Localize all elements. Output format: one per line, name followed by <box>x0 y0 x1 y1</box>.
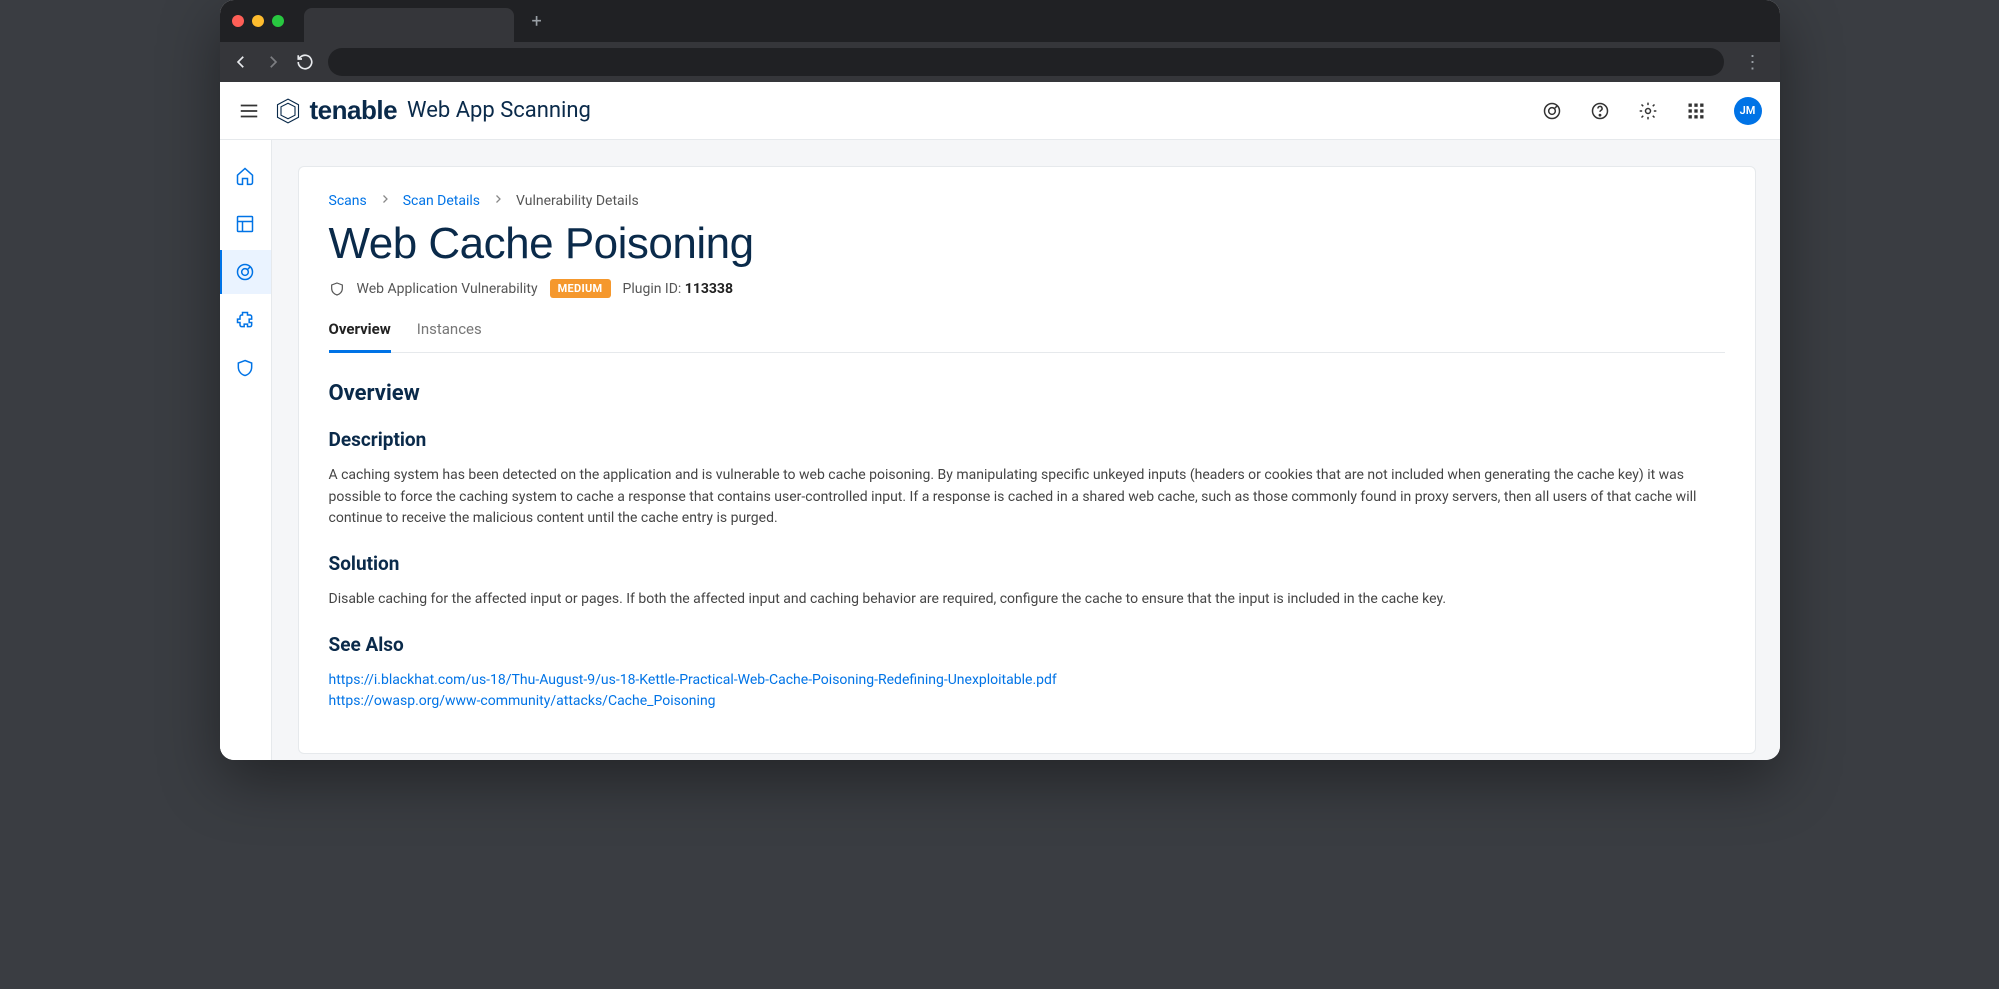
sidebar-item-home[interactable] <box>220 154 272 198</box>
menu-toggle-icon[interactable] <box>238 100 260 122</box>
content-area: Scans Scan Details Vulnerability Details… <box>272 140 1780 760</box>
breadcrumb: Scans Scan Details Vulnerability Details <box>329 193 1725 209</box>
sidebar-item-plugins[interactable] <box>220 298 272 342</box>
seealso-link[interactable]: https://i.blackhat.com/us-18/Thu-August-… <box>329 670 1725 692</box>
sidebar-item-dashboards[interactable] <box>220 202 272 246</box>
maximize-window-icon[interactable] <box>272 15 284 27</box>
user-avatar[interactable]: JM <box>1734 97 1762 125</box>
sidebar <box>220 140 272 760</box>
solution-body: Disable caching for the affected input o… <box>329 589 1725 611</box>
breadcrumb-current: Vulnerability Details <box>516 193 639 209</box>
chevron-right-icon <box>379 193 391 209</box>
reload-icon[interactable] <box>296 53 314 71</box>
brand-name: tenable <box>310 95 398 126</box>
url-input[interactable] <box>328 48 1724 76</box>
tab-instances[interactable]: Instances <box>417 320 482 352</box>
browser-menu-icon[interactable]: ⋮ <box>1738 52 1768 73</box>
back-icon[interactable] <box>232 53 250 71</box>
browser-window: + ⋮ tenable Web App Scanning <box>220 0 1780 760</box>
detail-tabs: Overview Instances <box>329 320 1725 353</box>
brand-logo-icon <box>274 97 302 125</box>
vulnerability-meta: Web Application Vulnerability MEDIUM Plu… <box>329 279 1725 298</box>
app-body: Scans Scan Details Vulnerability Details… <box>220 140 1780 760</box>
description-body: A caching system has been detected on th… <box>329 465 1725 530</box>
close-window-icon[interactable] <box>232 15 244 27</box>
page-title: Web Cache Poisoning <box>329 219 1725 269</box>
tab-overview[interactable]: Overview <box>329 320 391 353</box>
new-tab-button[interactable]: + <box>522 11 552 32</box>
forward-icon[interactable] <box>264 53 282 71</box>
seealso-link[interactable]: https://owasp.org/www-community/attacks/… <box>329 691 1725 713</box>
browser-tab-strip: + <box>220 0 1780 42</box>
brand: tenable Web App Scanning <box>274 95 591 126</box>
app-header: tenable Web App Scanning JM <box>220 82 1780 140</box>
browser-tab[interactable] <box>304 8 514 42</box>
window-controls <box>232 15 284 27</box>
vulnerability-card: Scans Scan Details Vulnerability Details… <box>298 166 1756 754</box>
plugin-id: Plugin ID: 113338 <box>623 281 734 297</box>
settings-icon[interactable] <box>1638 101 1658 121</box>
overview-heading: Overview <box>329 381 1725 406</box>
apps-grid-icon[interactable] <box>1686 101 1706 121</box>
brand-product: Web App Scanning <box>407 98 591 123</box>
vulnerability-category: Web Application Vulnerability <box>357 281 538 297</box>
severity-badge: MEDIUM <box>550 279 611 298</box>
breadcrumb-scans[interactable]: Scans <box>329 193 367 209</box>
seealso-heading: See Also <box>329 633 1725 656</box>
solution-heading: Solution <box>329 552 1725 575</box>
shield-icon <box>329 281 345 297</box>
sidebar-item-scans[interactable] <box>220 250 272 294</box>
browser-address-bar: ⋮ <box>220 42 1780 82</box>
help-icon[interactable] <box>1590 101 1610 121</box>
breadcrumb-scan-details[interactable]: Scan Details <box>403 193 480 209</box>
quick-actions-icon[interactable] <box>1542 101 1562 121</box>
chevron-right-icon <box>492 193 504 209</box>
minimize-window-icon[interactable] <box>252 15 264 27</box>
sidebar-item-security[interactable] <box>220 346 272 390</box>
description-heading: Description <box>329 428 1725 451</box>
